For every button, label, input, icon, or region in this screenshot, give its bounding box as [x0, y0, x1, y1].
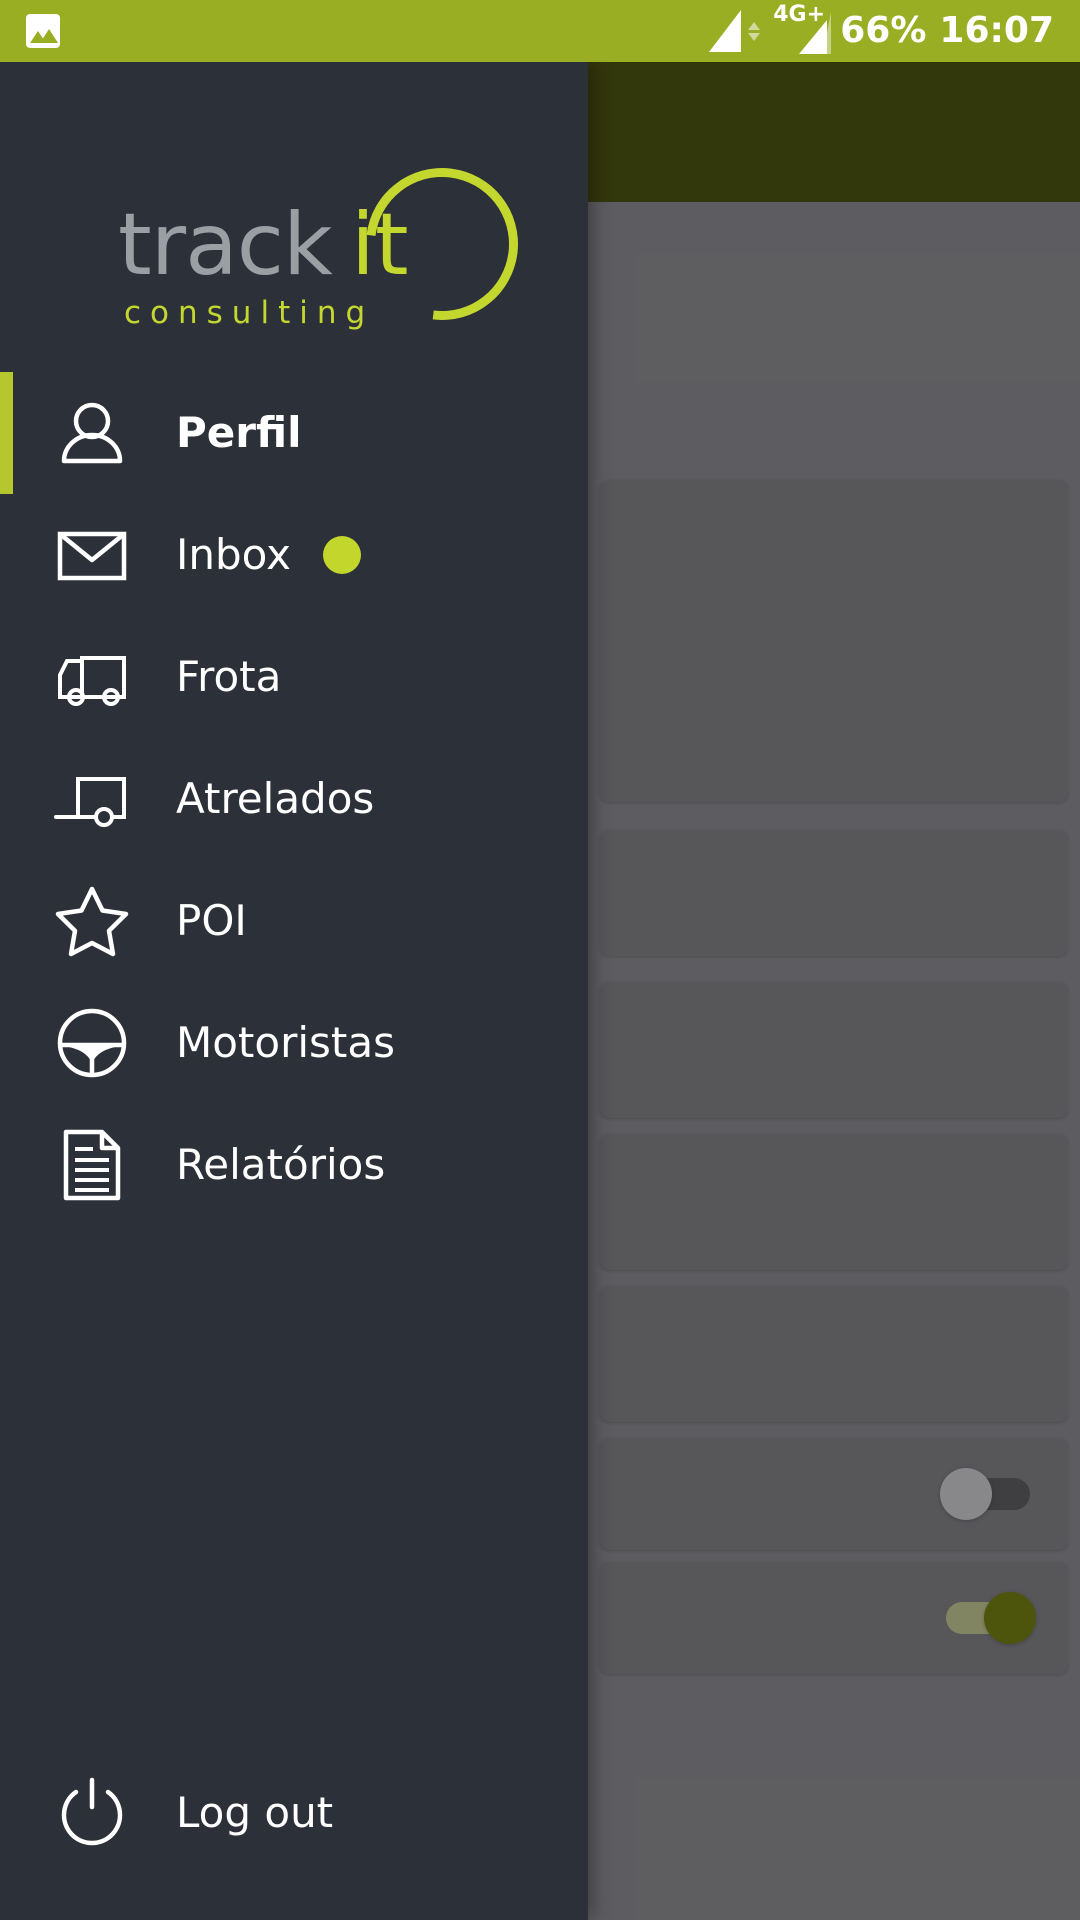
truck-icon — [52, 637, 132, 717]
clock-label: 16:07 — [939, 10, 1054, 51]
menu-item-label: Motoristas — [176, 1018, 396, 1067]
phone-screen: 4G+ 66% 16:07 track it consulting Perfil… — [0, 0, 1080, 1920]
logo-word-primary: track — [118, 195, 333, 295]
menu-item-label: POI — [176, 896, 247, 945]
menu-item-label: Atrelados — [176, 774, 375, 823]
menu-item-label: Inbox — [176, 530, 291, 579]
battery-percent-label: 66% — [840, 10, 927, 51]
active-indicator — [0, 372, 13, 494]
status-bar-notifications — [26, 14, 60, 48]
app-logo: track it consulting — [0, 62, 588, 362]
menu-item-label: Relatórios — [176, 1140, 386, 1189]
menu-item-relatorios[interactable]: Relatórios — [0, 1104, 588, 1226]
drawer-menu: Perfil Inbox Frota Atrelados POI Motoris… — [0, 372, 588, 1846]
signal-bars-secondary-faint-icon — [823, 12, 832, 54]
star-icon — [52, 881, 132, 961]
power-icon — [52, 1773, 132, 1853]
menu-item-motoristas[interactable]: Motoristas — [0, 982, 588, 1104]
status-bar: 4G+ 66% 16:07 — [0, 0, 1080, 62]
image-icon — [26, 14, 60, 48]
menu-item-frota[interactable]: Frota — [0, 616, 588, 738]
menu-item-atrelados[interactable]: Atrelados — [0, 738, 588, 860]
status-bar-indicators: 4G+ 66% 16:07 — [709, 4, 1054, 54]
trailer-icon — [52, 759, 132, 839]
menu-item-label: Perfil — [176, 408, 302, 457]
document-icon — [52, 1125, 132, 1205]
menu-item-perfil[interactable]: Perfil — [0, 372, 588, 494]
network-type-icon: 4G+ — [767, 4, 832, 54]
unread-badge-dot — [322, 536, 361, 574]
menu-item-label: Log out — [176, 1788, 334, 1837]
navigation-drawer: track it consulting Perfil Inbox Frota A… — [0, 62, 588, 1920]
logo-subtitle: consulting — [124, 295, 375, 331]
menu-item-inbox[interactable]: Inbox — [0, 494, 588, 616]
menu-item-poi[interactable]: POI — [0, 860, 588, 982]
logo-word-accent: it — [351, 195, 409, 295]
steering-wheel-icon — [52, 1003, 132, 1083]
menu-item-logout[interactable]: Log out — [0, 1752, 588, 1874]
envelope-icon — [52, 515, 132, 595]
person-icon — [52, 393, 132, 473]
data-transfer-icon — [748, 21, 761, 41]
menu-item-label: Frota — [176, 652, 282, 701]
signal-bars-icon — [709, 10, 742, 52]
